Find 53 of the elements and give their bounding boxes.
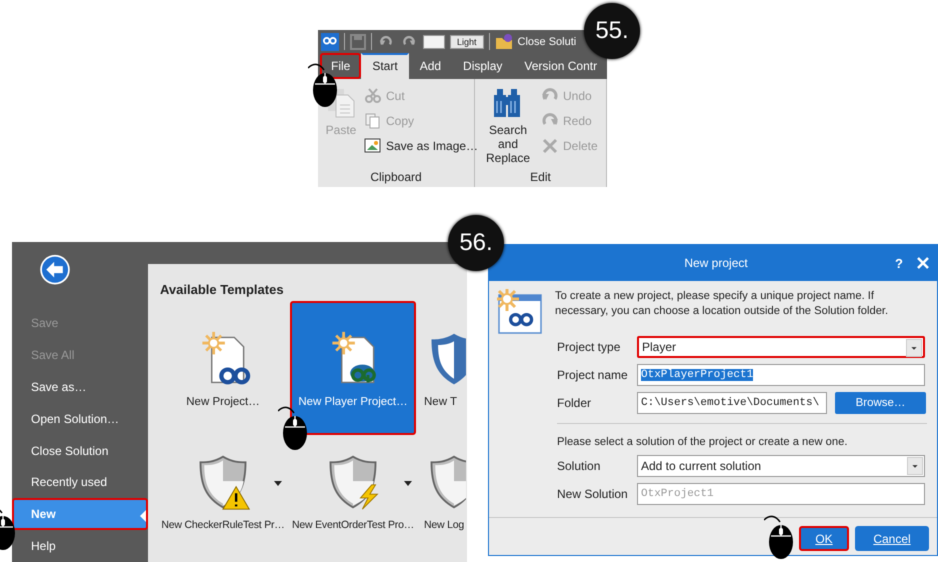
ribbon-button[interactable]: Save as Image… — [364, 133, 478, 158]
project-icon — [497, 289, 543, 335]
dropdown-arrow-icon[interactable] — [404, 481, 412, 486]
close-icon[interactable] — [917, 257, 929, 269]
field-label: New Solution — [557, 487, 629, 501]
input-field[interactable]: OtxPlayerProject1 — [637, 364, 925, 386]
ribbon-tab[interactable]: Add — [408, 53, 452, 79]
dialog-button[interactable]: Cancel — [855, 526, 929, 551]
help-button[interactable]: ? — [895, 256, 903, 270]
template-tile[interactable]: New Log — [420, 449, 467, 543]
mouse-icon — [278, 405, 308, 451]
ribbon-tab[interactable]: Display — [452, 53, 514, 79]
menu-item[interactable]: Recently used — [12, 466, 148, 498]
section-title: Available Templates — [160, 282, 285, 297]
template-tile[interactable]: New T — [420, 301, 467, 435]
menu-item[interactable]: Help — [12, 530, 148, 562]
picture-icon — [364, 136, 382, 154]
template-tile[interactable]: New Player Project… — [290, 301, 416, 435]
field-value: OtxPlayerProject1 — [641, 369, 754, 381]
group-label: Clipboard — [369, 169, 423, 186]
toolbar-button[interactable]: Close Soluti — [518, 36, 576, 48]
field-label: Project type — [557, 340, 622, 354]
dropdown-field[interactable]: Player — [637, 336, 925, 358]
template-tile[interactable]: New EventOrderTest Pro… — [290, 449, 416, 543]
template-tile[interactable]: New Project… — [160, 301, 286, 435]
ribbon-button[interactable]: Search and Replace — [479, 83, 537, 167]
dropdown-field[interactable]: Add to current solution — [637, 455, 925, 477]
instruction-text: To create a new project, please specify a unique project name. If necessary, you can choose a location outside of the Solution folder. — [555, 289, 890, 319]
browse-button[interactable]: Browse… — [835, 392, 926, 414]
menu-item[interactable]: Close Solution — [12, 434, 148, 466]
step-number: 55. — [584, 3, 640, 59]
theme-selector[interactable]: Light — [450, 34, 484, 49]
app-logo-icon[interactable] — [321, 32, 339, 51]
instruction-text: Please select a solution of the project or create a new one. — [557, 436, 848, 448]
delete-icon — [541, 136, 559, 154]
dialog-button[interactable]: OK — [799, 526, 849, 551]
dropdown-arrow-icon[interactable] — [274, 481, 282, 486]
field-value: OtxProject1 — [641, 488, 714, 500]
step-number: 56. — [448, 215, 504, 271]
field-label: Project name — [557, 368, 629, 382]
dialog-title: New project — [683, 256, 749, 270]
menu-item[interactable]: Save as… — [12, 370, 148, 403]
menu-item[interactable]: Open Solution… — [12, 402, 148, 435]
field-label: Folder — [557, 396, 592, 410]
field-label: Solution — [557, 459, 602, 473]
ribbon-tab[interactable]: Start — [361, 53, 409, 79]
input-field[interactable]: C:\Users\emotive\Documents\ — [637, 392, 827, 414]
copy-icon — [364, 112, 382, 130]
group-label: Edit — [529, 169, 552, 186]
color-swatch[interactable] — [423, 34, 445, 49]
folder-icon[interactable] — [494, 34, 513, 50]
scissors-icon — [364, 86, 382, 104]
template-tile[interactable]: New CheckerRuleTest Pr… — [160, 449, 286, 543]
